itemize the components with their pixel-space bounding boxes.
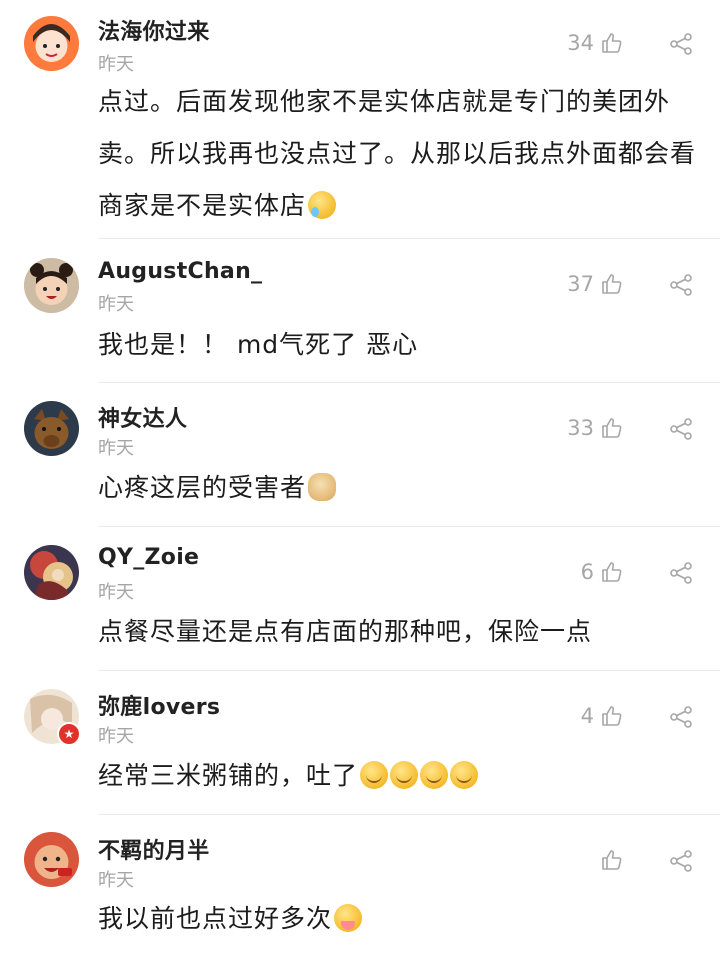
- like-button[interactable]: [594, 848, 624, 872]
- thumbs-up-icon: [602, 562, 622, 582]
- avatar-image-icon: [24, 545, 79, 600]
- avatar-image-icon: [24, 832, 79, 887]
- thumbs-up-icon: [602, 33, 622, 53]
- username[interactable]: 法海你过来: [98, 14, 210, 46]
- avatar[interactable]: ★: [24, 689, 81, 746]
- avatar[interactable]: [24, 832, 79, 887]
- username[interactable]: 弥鹿lovers: [98, 689, 220, 721]
- sob-emoji-icon: [334, 904, 363, 932]
- like-count: 6: [580, 560, 594, 584]
- timestamp: 昨天: [98, 870, 134, 891]
- username[interactable]: 不羁的月半: [98, 833, 210, 865]
- comment-text: 经常三米粥铺的，吐了: [98, 750, 698, 802]
- username[interactable]: AugustChan_: [98, 259, 262, 284]
- divider: [98, 670, 720, 671]
- thumbs-up-icon: [602, 706, 622, 726]
- share-icon[interactable]: [668, 31, 694, 57]
- comment-text: 点过。后面发现他家不是实体店就是专门的美团外卖。所以我再也没点过了。从那以后我点…: [98, 76, 698, 232]
- like-count: 37: [567, 272, 594, 296]
- share-icon[interactable]: [668, 848, 694, 874]
- like-button[interactable]: 34: [567, 31, 624, 55]
- like-button[interactable]: 37: [567, 272, 624, 296]
- avatar[interactable]: [24, 401, 79, 456]
- vomit-emoji-icon: [360, 761, 389, 789]
- like-button[interactable]: 33: [567, 416, 624, 440]
- timestamp: 昨天: [98, 294, 134, 315]
- thumbs-up-icon: [602, 418, 622, 438]
- avatar[interactable]: [24, 258, 79, 313]
- username[interactable]: QY_Zoie: [98, 545, 199, 570]
- share-icon[interactable]: [668, 416, 694, 442]
- divider: [98, 382, 720, 383]
- share-icon[interactable]: [668, 560, 694, 586]
- thumbs-up-icon: [602, 850, 622, 870]
- vomit-emoji-icon: [390, 761, 419, 789]
- comment-body: 经常三米粥铺的，吐了: [98, 761, 359, 790]
- comment-text: 我也是！！ md气死了 恶心: [98, 319, 698, 371]
- comment-body: 点餐尽量还是点有店面的那种吧，保险一点: [98, 617, 593, 646]
- vomit-emoji-icon: [420, 761, 449, 789]
- share-icon[interactable]: [668, 272, 694, 298]
- timestamp: 昨天: [98, 54, 134, 75]
- divider: [98, 526, 720, 527]
- like-button[interactable]: 4: [581, 704, 624, 728]
- comment-list: 法海你过来 昨天 34 点过。后面发现他家不是实体店就是专门的美团外卖。所以我再…: [0, 0, 720, 963]
- divider: [98, 238, 720, 239]
- vomit-emoji-icon: [450, 761, 479, 789]
- like-count: 33: [567, 416, 594, 440]
- timestamp: 昨天: [98, 726, 134, 747]
- username[interactable]: 神女达人: [98, 401, 187, 433]
- avatar-image-icon: [24, 401, 79, 456]
- comment-body: 点过。后面发现他家不是实体店就是专门的美团外卖。所以我再也没点过了。从那以后我点…: [98, 87, 697, 220]
- avatar-image-icon: [24, 258, 79, 313]
- avatar-image-icon: [24, 16, 79, 71]
- laugh-cry-emoji-icon: [308, 191, 337, 219]
- comment-body: 心疼这层的受害者: [98, 473, 307, 502]
- comment-body: 我也是！！ md气死了 恶心: [98, 330, 419, 359]
- comment-body: 我以前也点过好多次: [98, 904, 333, 933]
- avatar[interactable]: [24, 545, 79, 600]
- thumbs-up-icon: [602, 274, 622, 294]
- avatar[interactable]: [24, 16, 79, 71]
- comment-text: 点餐尽量还是点有店面的那种吧，保险一点: [98, 606, 698, 658]
- like-count: 34: [567, 31, 594, 55]
- verified-badge-icon: ★: [57, 722, 81, 746]
- like-button[interactable]: 6: [581, 560, 624, 584]
- timestamp: 昨天: [98, 438, 134, 459]
- doge-emoji-icon: [308, 473, 337, 501]
- like-count: 4: [580, 704, 594, 728]
- divider: [98, 814, 720, 815]
- timestamp: 昨天: [98, 582, 134, 603]
- comment-text: 心疼这层的受害者: [98, 462, 698, 514]
- share-icon[interactable]: [668, 704, 694, 730]
- comment-text: 我以前也点过好多次: [98, 893, 698, 945]
